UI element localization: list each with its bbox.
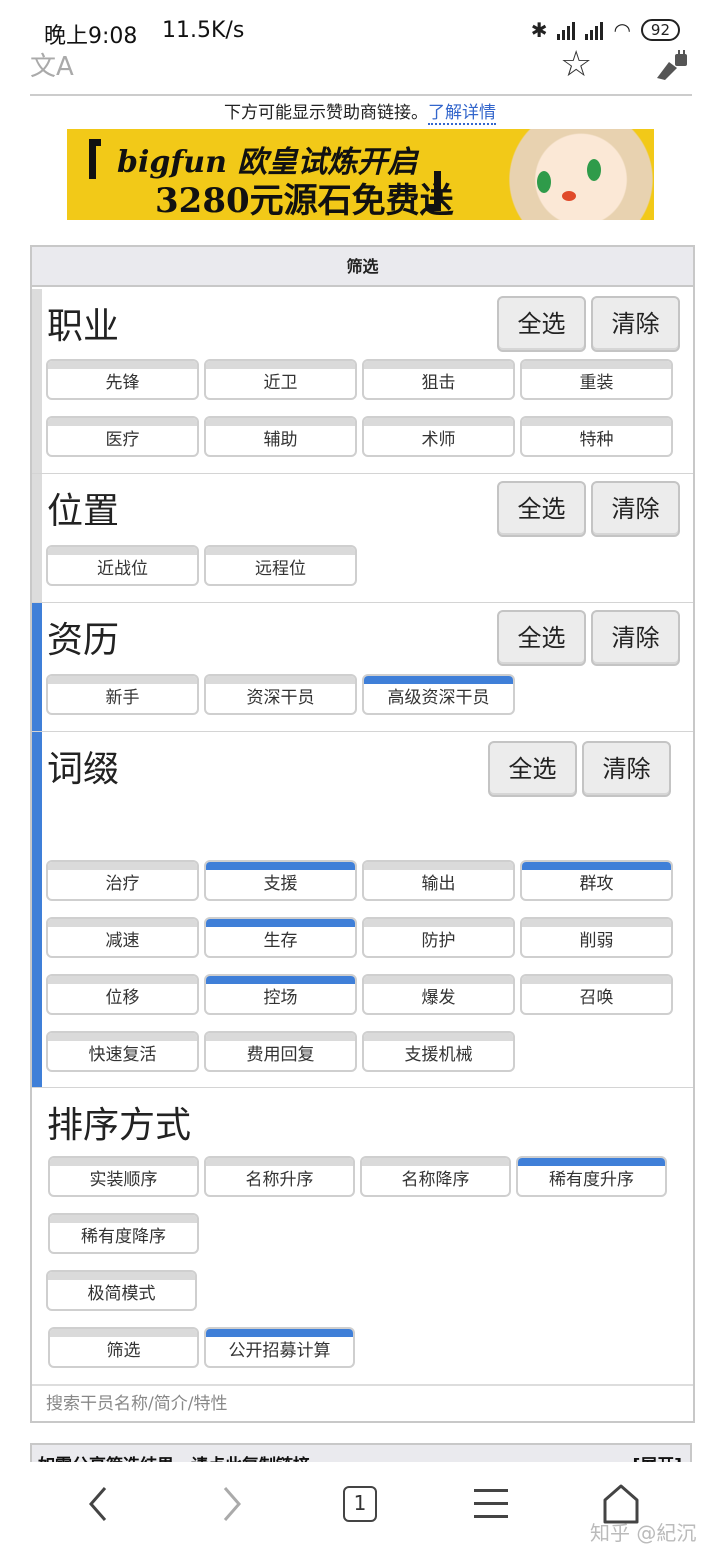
select-all-button[interactable]: 全选 <box>497 481 586 537</box>
chip-guard[interactable]: 近卫 <box>204 359 357 400</box>
chip-starter[interactable]: 新手 <box>46 674 199 715</box>
section-title: 词缀 <box>47 749 120 790</box>
section-title: 位置 <box>47 491 120 532</box>
hd-signal-icon <box>557 20 576 40</box>
mode-filter[interactable]: 筛选 <box>48 1327 199 1368</box>
chip-supporter[interactable]: 辅助 <box>204 416 357 457</box>
chip-debuff[interactable]: 削弱 <box>520 917 673 958</box>
chip-specialist[interactable]: 特种 <box>520 416 673 457</box>
section-title: 职业 <box>47 306 120 347</box>
wifi-icon: ◠ <box>613 18 631 42</box>
chip-melee[interactable]: 近战位 <box>46 545 199 586</box>
sort-rarity-desc[interactable]: 稀有度降序 <box>48 1213 199 1254</box>
menu-icon[interactable] <box>474 1489 508 1528</box>
section-title: 排序方式 <box>47 1105 192 1146</box>
section-sort: 排序方式 实装顺序 名称升序 名称降序 稀有度升序 稀有度降序 极简模式 筛选 … <box>32 1088 693 1384</box>
filter-panel-title: 筛选 <box>32 247 693 287</box>
chip-defense[interactable]: 防护 <box>362 917 515 958</box>
clear-button[interactable]: 清除 <box>582 741 671 797</box>
chip-senior-operator[interactable]: 资深干员 <box>204 674 357 715</box>
network-speed: 11.5K/s <box>162 18 245 43</box>
chip-caster[interactable]: 术师 <box>362 416 515 457</box>
chip-dp-recovery[interactable]: 费用回复 <box>204 1031 357 1072</box>
select-all-button[interactable]: 全选 <box>497 296 586 352</box>
banner-line-2: 3280元源石免费送 <box>155 181 454 220</box>
sort-name-desc[interactable]: 名称降序 <box>360 1156 511 1197</box>
browser-nav-bar: 1 知乎 @紀沉 <box>0 1462 720 1560</box>
chip-shift[interactable]: 位移 <box>46 974 199 1015</box>
signal-icon <box>585 20 604 40</box>
sponsor-text: 下方可能显示赞助商链接。 <box>224 103 428 123</box>
clear-button[interactable]: 清除 <box>591 481 680 537</box>
forward-icon[interactable] <box>205 1482 255 1526</box>
chip-vanguard[interactable]: 先锋 <box>46 359 199 400</box>
banner-character-eye <box>587 159 601 181</box>
chip-summon[interactable]: 召唤 <box>520 974 673 1015</box>
chip-aoe[interactable]: 群攻 <box>520 860 673 901</box>
sort-release-order[interactable]: 实装顺序 <box>48 1156 199 1197</box>
learn-more-link[interactable]: 了解详情 <box>428 103 496 125</box>
mode-recruitment-calc[interactable]: 公开招募计算 <box>204 1327 355 1368</box>
bookmark-star-icon[interactable]: ☆ <box>560 44 592 85</box>
chip-robot[interactable]: 支援机械 <box>362 1031 515 1072</box>
sponsor-notice: 下方可能显示赞助商链接。了解详情 <box>0 98 720 125</box>
battery-icon: 92 <box>640 19 680 41</box>
section-affix: 词缀 全选 清除 治疗 支援 输出 群攻 减速 生存 防护 削弱 位移 控场 爆… <box>32 732 693 1088</box>
section-indicator-active <box>32 603 42 731</box>
section-position: 位置 全选 清除 近战位 远程位 <box>32 474 693 603</box>
operator-search-input[interactable]: 搜索干员名称/简介/特性 <box>32 1384 693 1423</box>
share-link-bar[interactable]: 如需分享筛选结果，请点此复制链接 [展开] <box>30 1443 692 1463</box>
chip-nuker[interactable]: 爆发 <box>362 974 515 1015</box>
select-all-button[interactable]: 全选 <box>497 610 586 666</box>
chip-dps[interactable]: 输出 <box>362 860 515 901</box>
chip-crowd-control[interactable]: 控场 <box>204 974 357 1015</box>
toolbar-divider <box>30 94 692 96</box>
browser-toolbar: 文A ☆ <box>0 44 720 94</box>
ad-banner[interactable]: bigfun 欧皇试炼开启 3280元源石免费送 <box>67 129 654 220</box>
back-icon[interactable] <box>75 1482 125 1526</box>
bluetooth-icon: ✱ <box>530 18 548 42</box>
banner-character-image <box>467 129 654 220</box>
brush-icon[interactable] <box>655 50 689 80</box>
section-title: 资历 <box>47 620 120 661</box>
chip-ranged[interactable]: 远程位 <box>204 545 357 586</box>
chip-support[interactable]: 支援 <box>204 860 357 901</box>
filter-panel: 筛选 职业 全选 清除 先锋 近卫 狙击 重装 医疗 辅助 术师 特种 位置 全… <box>30 245 695 1423</box>
section-indicator <box>32 289 42 473</box>
chip-survival[interactable]: 生存 <box>204 917 357 958</box>
chip-top-operator[interactable]: 高级资深干员 <box>362 674 515 715</box>
banner-character-mouth <box>562 191 576 201</box>
sort-rarity-asc[interactable]: 稀有度升序 <box>516 1156 667 1197</box>
chip-medic[interactable]: 医疗 <box>46 416 199 457</box>
clear-button[interactable]: 清除 <box>591 610 680 666</box>
chip-healing[interactable]: 治疗 <box>46 860 199 901</box>
section-indicator <box>32 474 42 602</box>
banner-bracket-right <box>427 171 441 211</box>
banner-bracket-left <box>89 139 101 179</box>
clear-button[interactable]: 清除 <box>591 296 680 352</box>
chip-sniper[interactable]: 狙击 <box>362 359 515 400</box>
banner-character-eye <box>537 171 551 193</box>
section-indicator-active <box>32 732 42 1087</box>
chip-slow[interactable]: 减速 <box>46 917 199 958</box>
section-seniority: 资历 全选 清除 新手 资深干员 高级资深干员 <box>32 603 693 732</box>
simple-mode-toggle[interactable]: 极简模式 <box>46 1270 197 1311</box>
tabs-button[interactable]: 1 <box>343 1486 377 1522</box>
translate-icon[interactable]: 文A <box>30 46 74 83</box>
chip-fast-redeploy[interactable]: 快速复活 <box>46 1031 199 1072</box>
section-profession: 职业 全选 清除 先锋 近卫 狙击 重装 医疗 辅助 术师 特种 <box>32 289 693 474</box>
chip-defender[interactable]: 重装 <box>520 359 673 400</box>
select-all-button[interactable]: 全选 <box>488 741 577 797</box>
status-icons: ✱ ◠ 92 <box>531 18 680 42</box>
watermark: 知乎 @紀沉 <box>590 1521 697 1545</box>
sort-name-asc[interactable]: 名称升序 <box>204 1156 355 1197</box>
